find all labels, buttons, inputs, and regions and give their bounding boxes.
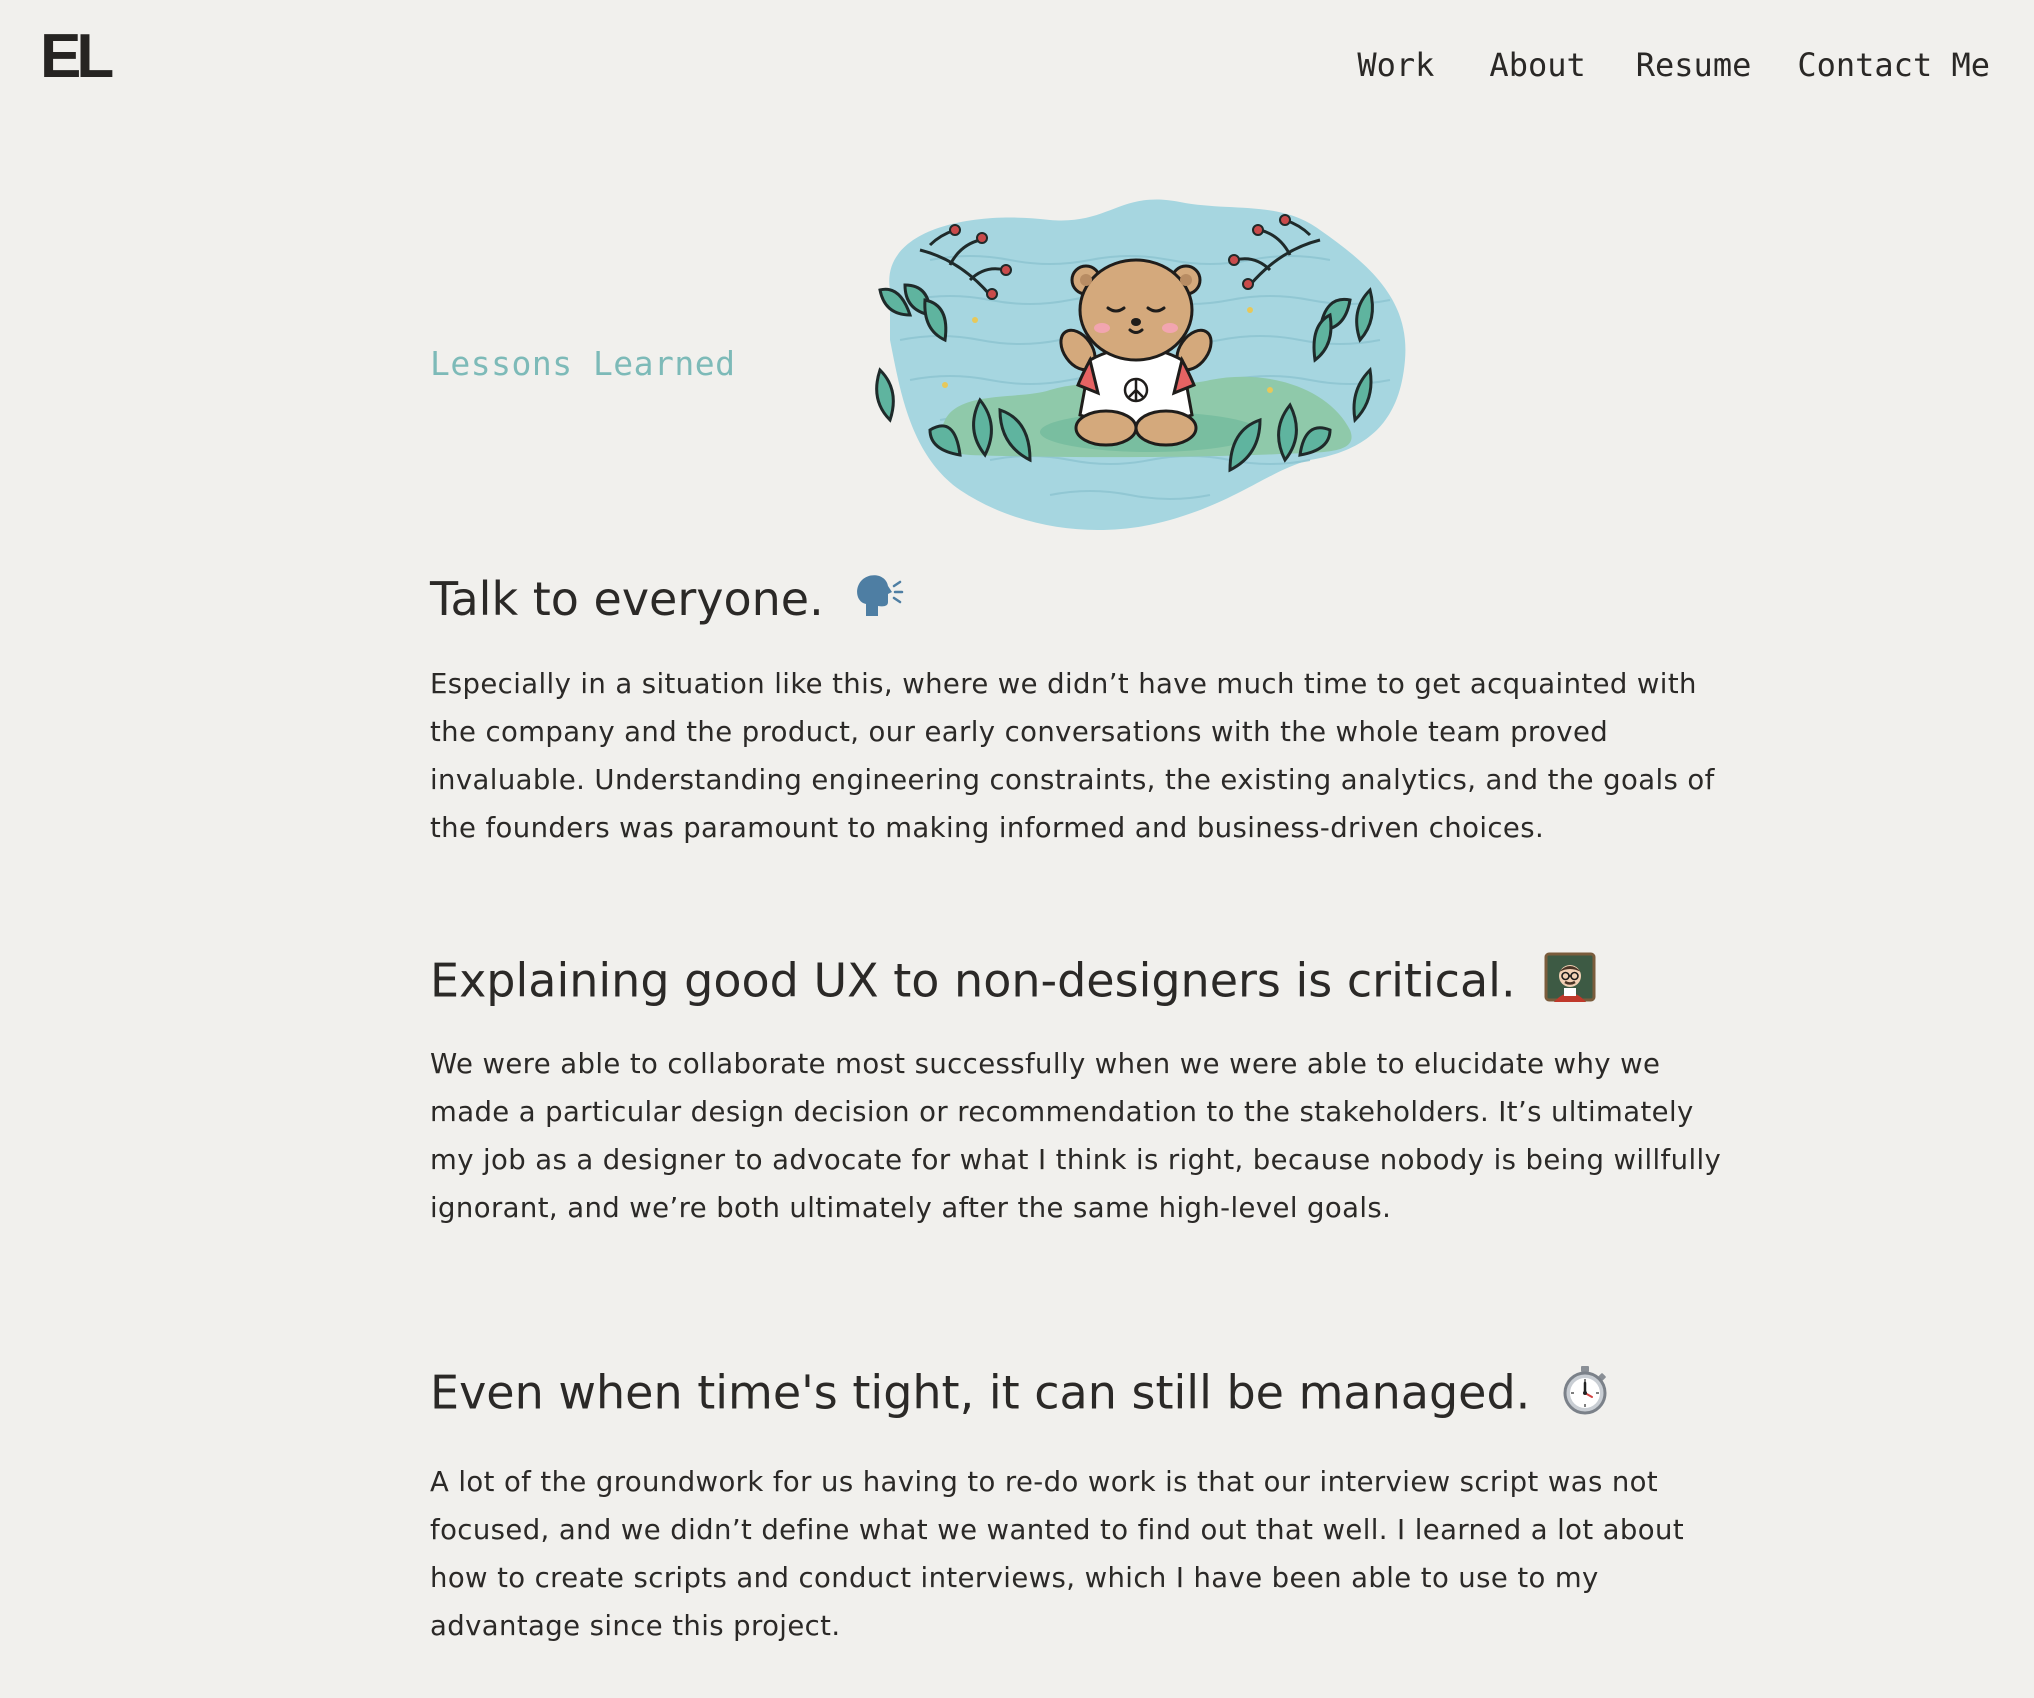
- lesson-title-text: Explaining good UX to non-designers is c…: [430, 953, 1516, 1008]
- lesson-title-text: Talk to everyone.: [430, 572, 824, 626]
- teacher-icon: [1544, 952, 1596, 1016]
- site-logo[interactable]: EL: [40, 26, 114, 88]
- lesson-body: We were able to collaborate most success…: [430, 1048, 1722, 1224]
- lesson-title-text: Even when time's tight, it can still be …: [430, 1365, 1531, 1420]
- lesson-body: A lot of the groundwork for us having to…: [430, 1466, 1685, 1642]
- lesson-title: Even when time's tight, it can still be …: [430, 1364, 1611, 1428]
- speaking-head-icon: [852, 572, 904, 632]
- nav-work-link[interactable]: Work: [1357, 46, 1434, 84]
- lesson-body: Especially in a situation like this, whe…: [430, 668, 1715, 844]
- meditating-bear-illustration: [875, 199, 1406, 530]
- nav-contact-link[interactable]: Contact Me: [1797, 46, 1990, 84]
- stopwatch-icon: [1559, 1364, 1611, 1428]
- nav-resume-link[interactable]: Resume: [1636, 46, 1752, 84]
- section-label: Lessons Learned: [430, 344, 736, 383]
- lesson-title: Talk to everyone.: [430, 572, 904, 633]
- nav-about-link[interactable]: About: [1489, 46, 1585, 84]
- main-nav: Work About Resume Contact Me: [1357, 46, 1990, 84]
- lesson-title: Explaining good UX to non-designers is c…: [430, 952, 1596, 1016]
